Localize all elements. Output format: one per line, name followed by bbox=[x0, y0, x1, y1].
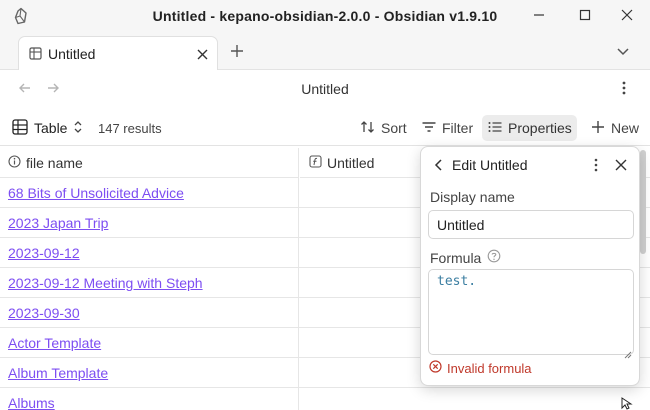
table-icon bbox=[12, 118, 28, 138]
more-options-icon[interactable] bbox=[616, 80, 632, 99]
file-name-cell: 2023-09-12 Meeting with Steph bbox=[0, 268, 299, 298]
filter-button[interactable]: Filter bbox=[416, 115, 478, 141]
filter-icon bbox=[421, 119, 437, 138]
results-count: 147 results bbox=[98, 121, 162, 136]
new-tab-icon[interactable] bbox=[228, 42, 246, 60]
formula-label-row: Formula bbox=[430, 249, 501, 266]
close-icon[interactable] bbox=[615, 158, 627, 174]
maximize-button[interactable] bbox=[562, 0, 608, 32]
view-title[interactable]: Untitled bbox=[0, 81, 650, 97]
formula-error: Invalid formula bbox=[429, 360, 532, 376]
file-name-cell: 2023-09-30 bbox=[0, 298, 299, 328]
close-tab-icon[interactable] bbox=[193, 45, 211, 63]
file-link[interactable]: 2023 Japan Trip bbox=[8, 215, 108, 231]
file-name-cell: Actor Template bbox=[0, 328, 299, 358]
new-note-button[interactable]: New bbox=[585, 115, 644, 141]
sort-icon bbox=[360, 119, 376, 138]
display-name-input[interactable] bbox=[428, 210, 634, 239]
formula-icon bbox=[309, 154, 322, 171]
filter-label: Filter bbox=[442, 120, 474, 136]
display-name-label: Display name bbox=[430, 189, 515, 205]
file-link[interactable]: 2023-09-12 Meeting with Steph bbox=[8, 275, 203, 291]
formula-label: Formula bbox=[430, 249, 482, 266]
more-options-icon[interactable] bbox=[589, 157, 603, 176]
file-name-cell: 2023-09-12 bbox=[0, 238, 299, 268]
file-link[interactable]: Actor Template bbox=[8, 335, 101, 351]
tab-untitled[interactable]: Untitled bbox=[18, 36, 218, 70]
column-label: file name bbox=[26, 154, 83, 171]
cursor-icon bbox=[620, 396, 634, 410]
column-label: Untitled bbox=[327, 154, 375, 171]
file-link[interactable]: Album Template bbox=[8, 365, 108, 381]
column-header-file-name[interactable]: file name bbox=[0, 148, 299, 178]
plus-icon bbox=[590, 119, 606, 138]
sort-button[interactable]: Sort bbox=[355, 115, 412, 141]
scrollbar-thumb[interactable] bbox=[640, 150, 646, 254]
error-message: Invalid formula bbox=[447, 360, 532, 376]
chevrons-up-down-icon bbox=[73, 120, 83, 137]
base-toolbar: Table 147 results Sort Filter Properties… bbox=[0, 110, 650, 146]
properties-label: Properties bbox=[508, 120, 572, 136]
file-name-cell: 2023 Japan Trip bbox=[0, 208, 299, 238]
close-icon bbox=[621, 8, 633, 24]
formula-editor[interactable]: test. bbox=[428, 269, 634, 355]
edit-property-popover: Edit Untitled Display name Formula test.… bbox=[420, 146, 640, 386]
list-icon bbox=[487, 119, 503, 138]
sort-label: Sort bbox=[381, 120, 407, 136]
close-window-button[interactable] bbox=[604, 0, 650, 32]
file-name-cell: 68 Bits of Unsolicited Advice bbox=[0, 178, 299, 208]
error-circle-icon bbox=[429, 360, 442, 376]
tab-bar: Untitled bbox=[0, 32, 650, 70]
table-icon bbox=[29, 47, 42, 63]
file-name-cell: Album Template bbox=[0, 358, 299, 388]
table-row: Albums bbox=[0, 388, 650, 410]
new-label: New bbox=[611, 120, 640, 136]
info-icon bbox=[8, 154, 21, 171]
help-icon[interactable] bbox=[487, 249, 501, 266]
chevron-left-icon[interactable] bbox=[433, 158, 445, 175]
tab-label: Untitled bbox=[48, 46, 96, 62]
file-link[interactable]: 2023-09-12 bbox=[8, 245, 80, 261]
chevron-down-icon[interactable] bbox=[616, 44, 630, 61]
resize-handle-icon[interactable] bbox=[624, 346, 632, 362]
title-bar: Untitled - kepano-obsidian-2.0.0 - Obsid… bbox=[0, 0, 650, 32]
file-link[interactable]: 68 Bits of Unsolicited Advice bbox=[8, 185, 184, 201]
file-link[interactable]: Albums bbox=[8, 395, 55, 410]
popover-title: Edit Untitled bbox=[452, 157, 528, 173]
minimize-button[interactable] bbox=[516, 0, 562, 32]
view-header: Untitled bbox=[0, 70, 650, 108]
properties-button[interactable]: Properties bbox=[482, 115, 577, 141]
file-link[interactable]: 2023-09-30 bbox=[8, 305, 80, 321]
view-name: Table bbox=[34, 120, 68, 136]
maximize-icon bbox=[579, 8, 591, 24]
file-name-cell: Albums bbox=[0, 388, 299, 410]
view-selector-button[interactable]: Table bbox=[12, 117, 83, 139]
minimize-icon bbox=[533, 8, 545, 24]
